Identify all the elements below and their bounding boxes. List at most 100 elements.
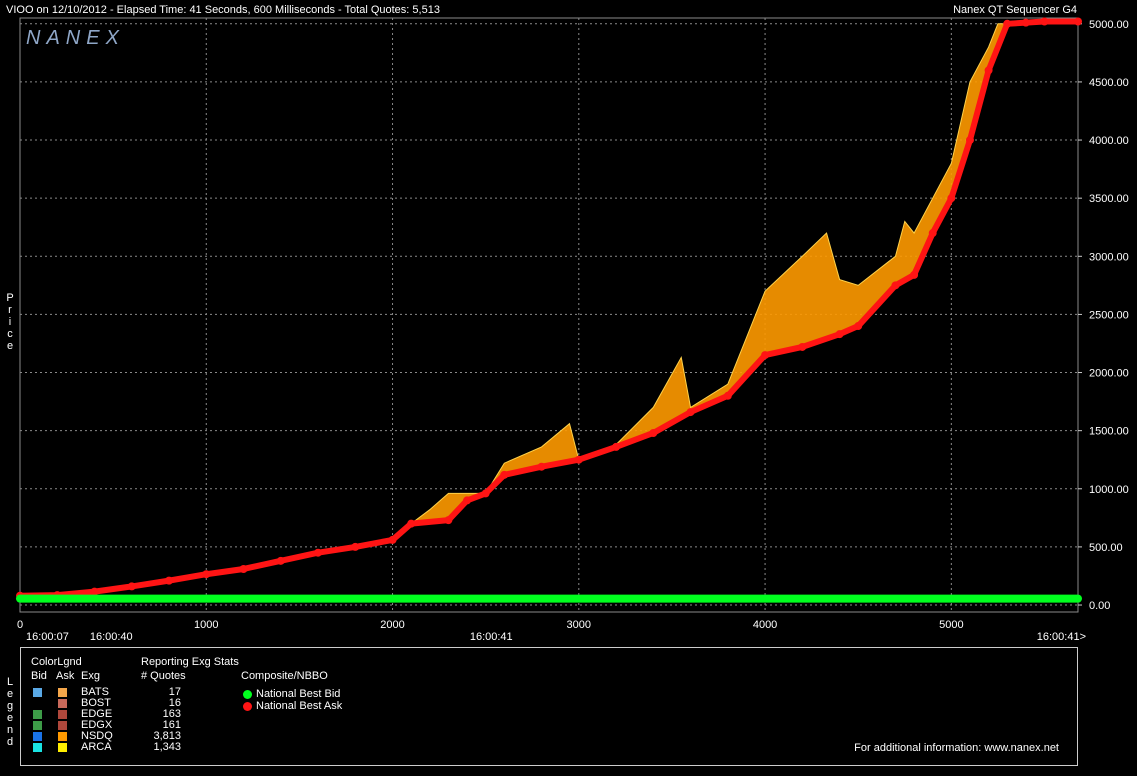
ask-point <box>1021 18 1030 27</box>
ask-point <box>965 136 974 145</box>
price-axis-label: Price <box>5 292 15 352</box>
x-tick-label: 4000 <box>753 619 777 631</box>
nanex-watermark: NANEX <box>26 27 125 49</box>
y-tick-label: 4000.00 <box>1089 135 1129 147</box>
legend-panel: ColorLgnd Reporting Exg Stats Bid Ask Ex… <box>20 647 1078 766</box>
ask-point <box>798 342 807 351</box>
x-tick-label: 1000 <box>194 619 218 631</box>
ask-point <box>351 542 360 551</box>
ask-point <box>835 330 844 339</box>
ask-point <box>314 548 323 557</box>
ask-point <box>686 408 695 417</box>
legend-color-title: ColorLgnd <box>31 656 82 668</box>
legend-stats-title: Reporting Exg Stats <box>141 656 239 668</box>
price-label-letter: P <box>6 292 14 304</box>
ask-point <box>537 462 546 471</box>
ask-point <box>612 442 621 451</box>
legend-nbbo-label: National Best Bid <box>256 688 341 700</box>
legend-quote-count: 1,343 <box>153 741 181 753</box>
ask-point <box>444 516 453 525</box>
ask-point <box>891 281 900 290</box>
legend-bid-swatch <box>33 732 42 741</box>
ask-point <box>984 66 993 75</box>
time-label: 16:00:41 <box>470 631 513 643</box>
legend-col-exg: Exg <box>81 670 100 682</box>
legend-nbbo-dot <box>243 690 252 699</box>
ask-point <box>239 564 248 573</box>
ask-point <box>90 587 99 596</box>
y-tick-label: 0.00 <box>1089 600 1110 612</box>
ask-spike-line <box>19 20 1078 597</box>
ask-point <box>854 322 863 331</box>
legend-composite-title: Composite/NBBO <box>241 670 328 682</box>
ask-point <box>649 428 658 437</box>
y-tick-label: 3500.00 <box>1089 193 1129 205</box>
y-tick-label: 1000.00 <box>1089 484 1129 496</box>
ask-point <box>574 455 583 464</box>
y-tick-label: 1500.00 <box>1089 426 1129 438</box>
y-tick-label: 2500.00 <box>1089 309 1129 321</box>
legend-ask-swatch <box>58 699 67 708</box>
legend-ask-swatch <box>58 688 67 697</box>
legend-ask-swatch <box>58 721 67 730</box>
time-label: 0 <box>17 619 23 631</box>
legend-ask-swatch <box>58 710 67 719</box>
legend-label-letter: d <box>6 736 14 748</box>
time-label: 16:00:40 <box>90 631 133 643</box>
ask-point <box>276 556 285 565</box>
legend-bid-swatch <box>33 688 42 697</box>
legend-col-quotes: # Quotes <box>141 670 186 682</box>
plot-frame <box>19 17 1079 613</box>
ask-point <box>1003 19 1012 28</box>
price-label-letter: i <box>8 316 12 328</box>
price-label-letter: r <box>8 304 12 316</box>
legend-ask-swatch <box>58 743 67 752</box>
x-tick-label: 5000 <box>939 619 963 631</box>
ask-point <box>165 576 174 585</box>
legend-exchange-name: ARCA <box>81 741 112 753</box>
legend-nbbo-dot <box>243 702 252 711</box>
x-tick-label: 3000 <box>567 619 591 631</box>
ask-point <box>500 470 509 479</box>
time-label: 16:00:07 <box>26 631 69 643</box>
national-best-ask-line <box>17 18 1081 599</box>
ask-point <box>407 519 416 528</box>
legend-footer: For additional information: www.nanex.ne… <box>854 742 1059 754</box>
legend-label-letter: L <box>6 676 14 688</box>
ask-point <box>202 570 211 579</box>
x-tick-label: 2000 <box>380 619 404 631</box>
legend-label-letter: g <box>6 700 14 712</box>
legend-ask-swatch <box>58 732 67 741</box>
y-tick-label: 500.00 <box>1089 542 1123 554</box>
legend-col-bid: Bid <box>31 670 47 682</box>
legend-side-label: Legend <box>5 676 15 748</box>
legend-label-letter: e <box>6 712 14 724</box>
legend-bid-swatch <box>33 710 42 719</box>
ask-point <box>1040 17 1049 26</box>
legend-col-ask: Ask <box>56 670 75 682</box>
ask-point <box>947 194 956 203</box>
y-tick-label: 5000.00 <box>1089 19 1129 31</box>
ask-point <box>463 496 472 505</box>
ask-point <box>928 229 937 238</box>
ask-point <box>481 489 490 498</box>
legend-label-letter: n <box>6 724 14 736</box>
ask-point <box>723 391 732 400</box>
price-label-letter: c <box>7 328 13 340</box>
legend-bid-swatch <box>33 743 42 752</box>
ask-point <box>127 582 136 591</box>
ask-point <box>1074 17 1082 26</box>
time-label: 16:00:41> <box>1037 631 1086 643</box>
legend-nbbo-label: National Best Ask <box>256 700 343 712</box>
legend-bid-swatch <box>33 699 42 708</box>
y-tick-label: 3000.00 <box>1089 251 1129 263</box>
legend-label-letter: e <box>6 688 14 700</box>
legend-bid-swatch <box>33 721 42 730</box>
spread-fill <box>20 21 1078 596</box>
y-tick-label: 4500.00 <box>1089 77 1129 89</box>
price-chart: NANEX 0.00 500.00 1000.00 1500.00 2000.00 2500… <box>16 17 1129 643</box>
ask-point <box>910 270 919 279</box>
ask-point <box>388 535 397 544</box>
y-tick-label: 2000.00 <box>1089 368 1129 380</box>
ask-point <box>761 351 770 360</box>
